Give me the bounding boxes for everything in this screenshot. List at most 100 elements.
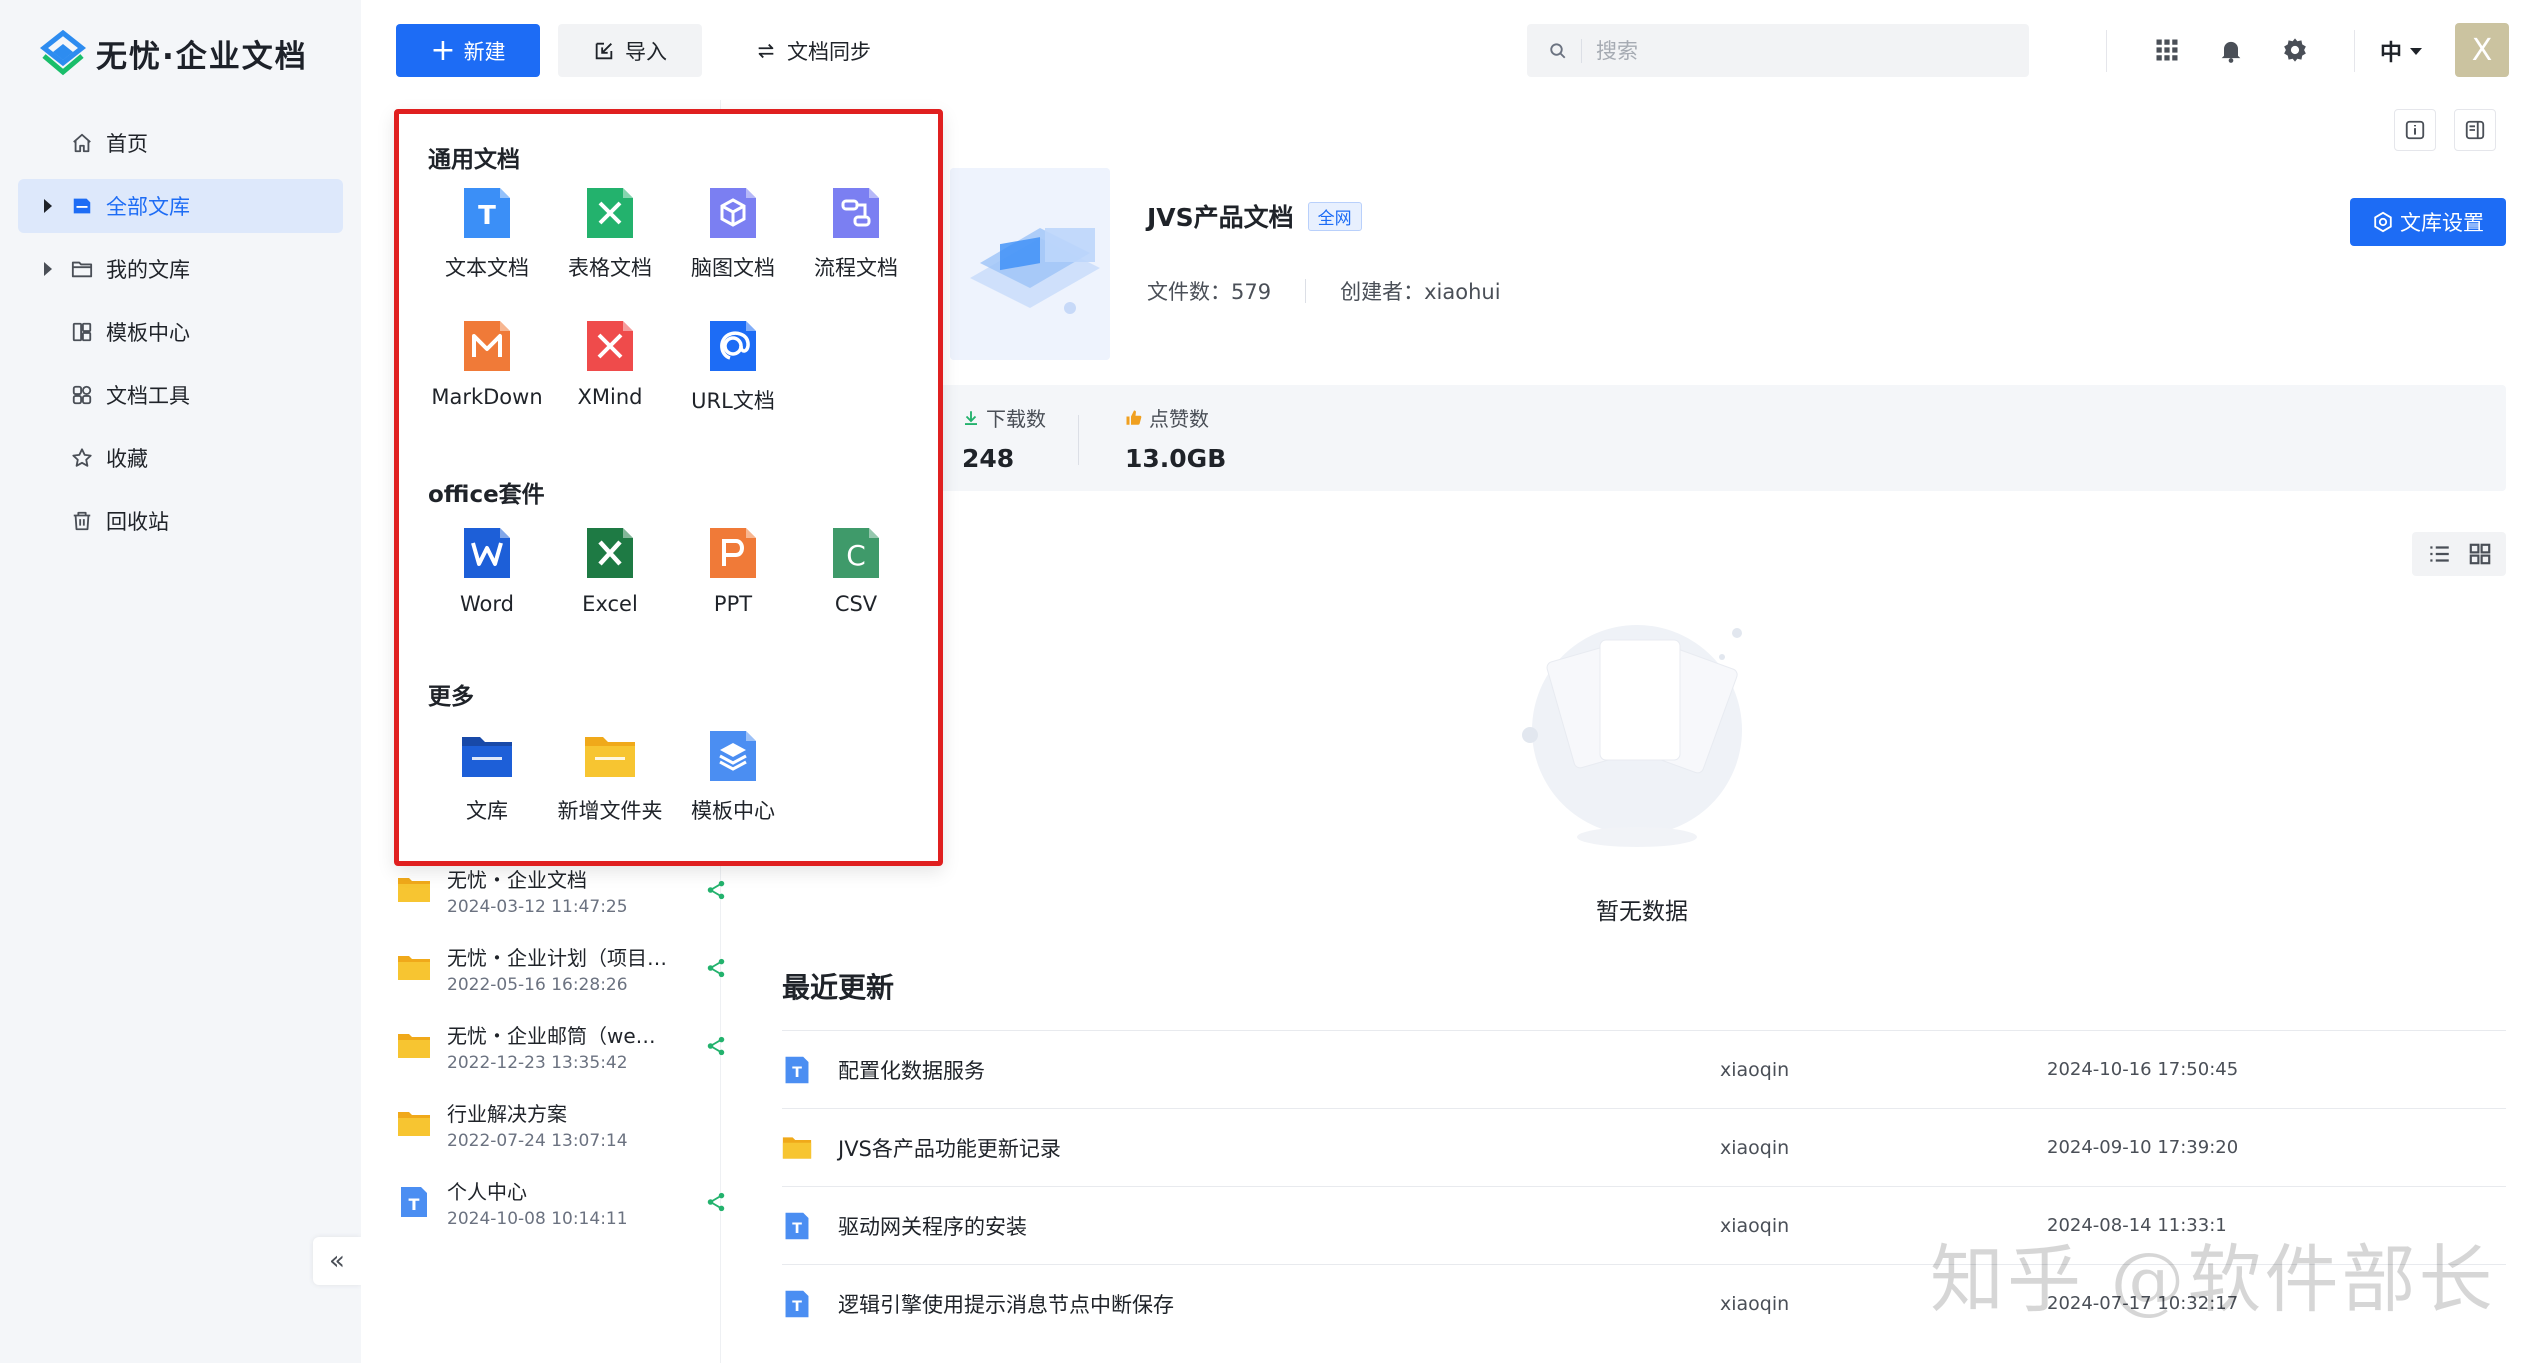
new-template-center-item[interactable]: 模板中心: [673, 729, 793, 825]
recent-doc-name[interactable]: 配置化数据服务: [838, 1055, 1538, 1085]
new-flow-doc-item[interactable]: 流程文档: [796, 186, 916, 282]
stat-downloads: 下载数 248: [962, 403, 1046, 473]
svg-text:T: T: [792, 1065, 802, 1081]
sidebar-item-trash[interactable]: 回收站: [18, 494, 343, 548]
main-content: JVS产品文档 全网 文件数：579 创建者：xiaohui 文库设置 下载数 …: [722, 100, 2543, 1363]
recent-doc-name[interactable]: JVS各产品功能更新记录: [838, 1133, 1538, 1163]
stat-value: 248: [962, 444, 1015, 473]
new-document-menu: 通用文档 T 文本文档 表格文档 脑图文档 流程文档 MarkDown XMind URL文档 o…: [394, 109, 943, 866]
new-library-folder-item[interactable]: 文库: [427, 729, 547, 825]
recent-updates-title: 最近更新: [782, 971, 895, 1004]
search-box[interactable]: [1527, 24, 2029, 77]
recent-row[interactable]: T 配置化数据服务 xiaoqin 2024-10-16 17:50:45: [782, 1030, 2506, 1108]
import-icon: [595, 42, 613, 59]
svg-text:T: T: [478, 201, 496, 231]
expand-arrow-icon[interactable]: [44, 262, 52, 276]
menu-item-label: XMind: [577, 385, 643, 409]
menu-item-label: Word: [460, 592, 514, 616]
folder-icon: [397, 873, 431, 907]
info-button[interactable]: [2394, 109, 2436, 151]
sidebar-item-templates[interactable]: 模板中心: [18, 305, 343, 359]
file-count: 文件数：579: [1147, 280, 1272, 304]
menu-section-title: 通用文档: [428, 147, 520, 173]
apps-grid-button[interactable]: [2147, 30, 2187, 70]
new-url-doc-item[interactable]: URL文档: [673, 319, 793, 415]
stat-label: 点赞数: [1149, 407, 1209, 431]
xmind-icon: [587, 321, 633, 371]
settings-gear-icon: [2374, 211, 2392, 233]
file-date: 2022-12-23 13:35:42: [447, 1052, 628, 1073]
new-text-doc-item[interactable]: T 文本文档: [427, 186, 547, 282]
new-ppt-item[interactable]: PPT: [673, 526, 793, 616]
thumb-up-icon: [1126, 410, 1142, 425]
new-excel-item[interactable]: Excel: [550, 526, 670, 616]
new-csv-item[interactable]: C CSV: [796, 526, 916, 616]
language-selector[interactable]: 中: [2380, 30, 2423, 72]
detail-panel-button[interactable]: [2454, 109, 2496, 151]
sidebar-item-doc-tools[interactable]: 文档工具: [18, 368, 343, 422]
sidebar-item-label: 收藏: [106, 447, 148, 471]
svg-text:T: T: [792, 1299, 802, 1315]
grid-view-icon[interactable]: [2467, 541, 2493, 567]
notifications-button[interactable]: [2211, 30, 2251, 70]
new-new-folder-item[interactable]: 新增文件夹: [550, 729, 670, 825]
new-markdown-item[interactable]: MarkDown: [427, 319, 547, 409]
file-list-item[interactable]: T 个人中心 2024-10-08 10:14:11: [397, 1167, 727, 1237]
collapse-sidebar-button[interactable]: «: [313, 1237, 361, 1285]
flow-doc-icon: [833, 188, 879, 238]
stat-divider: [1078, 415, 1079, 465]
new-xmind-item[interactable]: XMind: [550, 319, 670, 409]
panel-icon: [2465, 120, 2485, 140]
user-avatar[interactable]: X: [2455, 23, 2509, 77]
sidebar: 无忧·企业文档 首页 全部文库 我的文库 模板中心 文档工具 收藏 回收站: [0, 0, 361, 1363]
file-name: 个人中心: [447, 1179, 527, 1204]
library-stats: 下载数 248 点赞数 13.0GB: [938, 385, 2506, 491]
list-view-icon[interactable]: [2426, 541, 2452, 567]
recent-doc-user: xiaoqin: [1720, 1214, 1790, 1237]
library-settings-button[interactable]: 文库设置: [2350, 198, 2506, 246]
file-list-item[interactable]: 无忧・企业计划（项目管理） 2022-05-16 16:28:26: [397, 933, 727, 1003]
sidebar-item-label: 全部文库: [106, 195, 190, 219]
stat-likes: 点赞数 13.0GB: [1125, 403, 1226, 473]
sidebar-item-all-libraries[interactable]: 全部文库: [18, 179, 343, 233]
file-name: 行业解决方案: [447, 1101, 567, 1126]
bell-icon: [2221, 41, 2241, 63]
sidebar-item-favorites[interactable]: 收藏: [18, 431, 343, 485]
empty-state-text: 暂无数据: [1596, 899, 1688, 925]
file-date: 2024-03-12 11:47:25: [447, 896, 628, 917]
text-doc-icon: T: [464, 188, 510, 238]
app-logo[interactable]: 无忧·企业文档: [40, 28, 308, 78]
new-sheet-doc-item[interactable]: 表格文档: [550, 186, 670, 282]
settings-button[interactable]: [2275, 30, 2315, 70]
menu-item-label: MarkDown: [431, 385, 543, 409]
scope-badge: 全网: [1307, 201, 1362, 231]
doc-sync-label: 文档同步: [787, 39, 871, 64]
new-word-item[interactable]: Word: [427, 526, 547, 616]
library-title: JVS产品文档 全网: [1147, 198, 1362, 234]
markdown-icon: [464, 321, 510, 371]
sidebar-item-label: 模板中心: [106, 321, 190, 345]
menu-item-label: URL文档: [691, 389, 775, 413]
menu-item-label: 新增文件夹: [557, 799, 663, 823]
tools-icon: [70, 383, 94, 407]
sidebar-item-label: 首页: [106, 132, 148, 156]
expand-arrow-icon[interactable]: [44, 199, 52, 213]
menu-item-label: 流程文档: [814, 256, 898, 280]
search-input[interactable]: [1581, 38, 2001, 63]
import-button[interactable]: 导入: [558, 24, 702, 77]
sidebar-item-home[interactable]: 首页: [18, 116, 343, 170]
file-list-item[interactable]: 行业解决方案 2022-07-24 13:07:14: [397, 1089, 727, 1159]
file-list-item[interactable]: 无忧・企业邮筒（webmail） 2022-12-23 13:35:42: [397, 1011, 727, 1081]
recent-doc-name[interactable]: 驱动网关程序的安装: [838, 1211, 1538, 1241]
doc-sync-button[interactable]: 文档同步: [718, 24, 908, 77]
folder-icon: [397, 1107, 431, 1141]
sidebar-nav: 首页 全部文库 我的文库 模板中心 文档工具 收藏 回收站: [18, 116, 343, 557]
view-toggle: [2412, 532, 2506, 576]
recent-doc-name[interactable]: 逻辑引擎使用提示消息节点中断保存: [838, 1289, 1538, 1319]
sidebar-item-my-libraries[interactable]: 我的文库: [18, 242, 343, 296]
file-name: 无忧・企业计划（项目管理）: [447, 945, 667, 970]
recent-row[interactable]: JVS各产品功能更新记录 xiaoqin 2024-09-10 17:39:20: [782, 1108, 2506, 1186]
folder-icon: [397, 951, 431, 985]
new-button[interactable]: + 新建: [396, 24, 540, 77]
new-mindmap-doc-item[interactable]: 脑图文档: [673, 186, 793, 282]
